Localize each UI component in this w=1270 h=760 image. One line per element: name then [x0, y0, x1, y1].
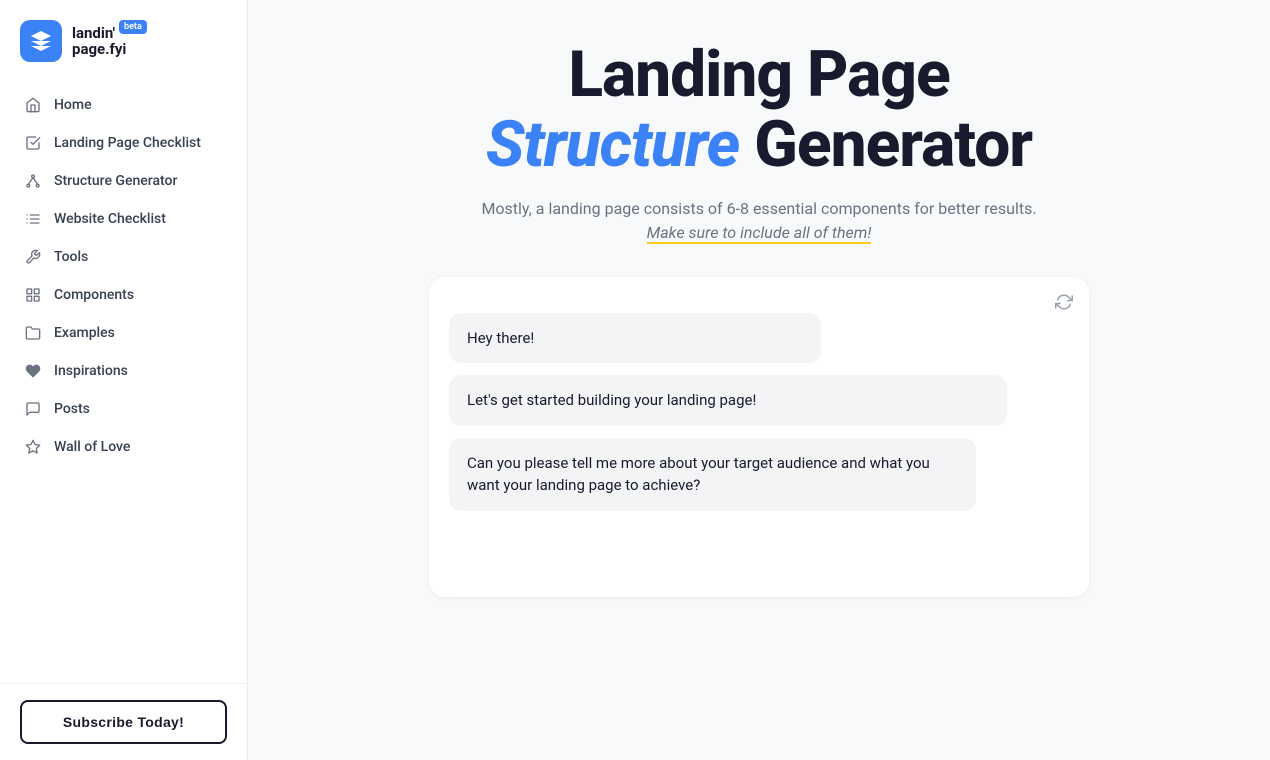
- page-subtitle-emphasis: Make sure to include all of them!: [647, 223, 872, 244]
- examples-icon: [24, 324, 42, 342]
- sidebar-item-examples-label: Examples: [54, 325, 115, 341]
- main-content: Landing Page Structure Generator Mostly,…: [248, 0, 1270, 760]
- heart-icon: [24, 362, 42, 380]
- sidebar-item-components-label: Components: [54, 287, 134, 303]
- sidebar-item-tools-label: Tools: [54, 249, 88, 265]
- tools-icon: [24, 248, 42, 266]
- sidebar-item-wall-of-love[interactable]: Wall of Love: [12, 428, 235, 466]
- logo-name: landin'beta: [72, 25, 147, 42]
- subscribe-button[interactable]: Subscribe Today!: [20, 700, 227, 744]
- sidebar-item-examples[interactable]: Examples: [12, 314, 235, 352]
- chat-message-3: Can you please tell me more about your t…: [449, 438, 976, 511]
- sidebar-item-home[interactable]: Home: [12, 86, 235, 124]
- sidebar-item-inspirations[interactable]: Inspirations: [12, 352, 235, 390]
- sidebar-item-posts[interactable]: Posts: [12, 390, 235, 428]
- structure-icon: [24, 172, 42, 190]
- sidebar-item-inspirations-label: Inspirations: [54, 363, 128, 379]
- page-title-rest: Generator: [739, 107, 1032, 182]
- logo-domain: page.fyi: [72, 41, 147, 58]
- sidebar-item-website-checklist-label: Website Checklist: [54, 211, 166, 227]
- logo-icon: [20, 20, 62, 62]
- sidebar-item-structure-generator-label: Structure Generator: [54, 173, 177, 189]
- sidebar-item-landing-page-checklist[interactable]: Landing Page Checklist: [12, 124, 235, 162]
- sidebar-item-website-checklist[interactable]: Website Checklist: [12, 200, 235, 238]
- nav-list: Home Landing Page Checklist Structure Ge…: [0, 86, 247, 683]
- love-icon: [24, 438, 42, 456]
- sidebar-item-home-label: Home: [54, 97, 92, 113]
- home-icon: [24, 96, 42, 114]
- chat-message-2: Let's get started building your landing …: [449, 375, 1007, 426]
- sidebar-item-components[interactable]: Components: [12, 276, 235, 314]
- page-subtitle-text: Mostly, a landing page consists of 6-8 e…: [481, 199, 1036, 218]
- page-title-line2: Structure Generator: [481, 110, 1036, 180]
- posts-icon: [24, 400, 42, 418]
- checklist-icon: [24, 134, 42, 152]
- page-subtitle: Mostly, a landing page consists of 6-8 e…: [481, 197, 1036, 245]
- sidebar-item-posts-label: Posts: [54, 401, 90, 417]
- sidebar-footer: Subscribe Today!: [0, 683, 247, 760]
- sidebar-item-tools[interactable]: Tools: [12, 238, 235, 276]
- page-title-line1: Landing Page: [481, 40, 1036, 110]
- sidebar-item-structure-generator[interactable]: Structure Generator: [12, 162, 235, 200]
- beta-badge: beta: [119, 20, 147, 34]
- sidebar-item-landing-page-checklist-label: Landing Page Checklist: [54, 135, 201, 151]
- logo-area[interactable]: landin'beta page.fyi: [0, 0, 247, 86]
- list-icon: [24, 210, 42, 228]
- sidebar: landin'beta page.fyi Home Landing Page C…: [0, 0, 248, 760]
- page-title-highlight: Structure: [486, 107, 739, 182]
- chat-message-1: Hey there!: [449, 313, 821, 364]
- refresh-icon[interactable]: [1055, 293, 1073, 315]
- logo-text: landin'beta page.fyi: [72, 25, 147, 58]
- page-header: Landing Page Structure Generator Mostly,…: [481, 40, 1036, 245]
- components-icon: [24, 286, 42, 304]
- chat-container: Hey there! Let's get started building yo…: [429, 277, 1089, 597]
- sidebar-item-wall-of-love-label: Wall of Love: [54, 439, 130, 455]
- chat-messages: Hey there! Let's get started building yo…: [449, 313, 1069, 511]
